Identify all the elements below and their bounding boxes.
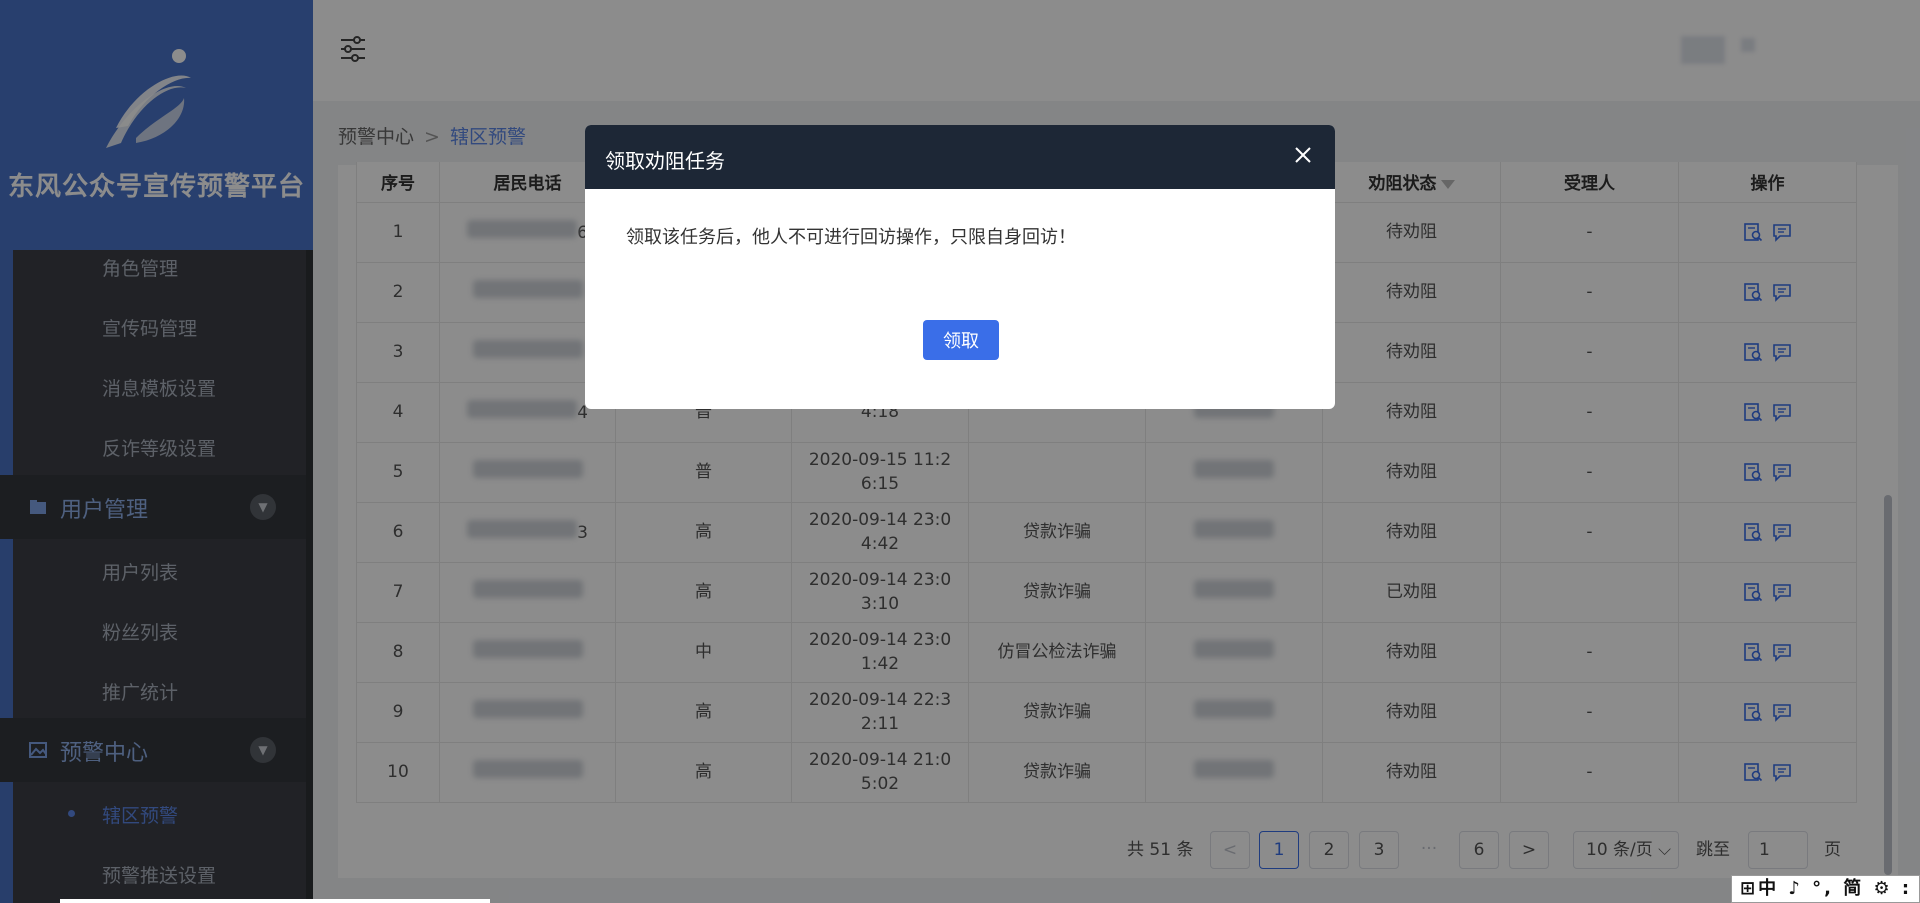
window-edge: [60, 899, 490, 903]
ime-grid-icon[interactable]: ⊞: [1740, 878, 1758, 899]
ime-status[interactable]: 中 ♪ °, 简 ⚙ :: [1758, 878, 1912, 899]
claim-button[interactable]: 领取: [923, 320, 999, 360]
claim-task-dialog: 领取劝阻任务 领取该任务后，他人不可进行回访操作，只限自身回访！ 领取: [585, 125, 1335, 409]
dialog-title: 领取劝阻任务: [605, 149, 725, 173]
ime-toolbar[interactable]: ⊞中 ♪ °, 简 ⚙ :: [1731, 875, 1920, 903]
dialog-message: 领取该任务后，他人不可进行回访操作，只限自身回访！: [626, 227, 1076, 248]
dialog-header: 领取劝阻任务: [585, 125, 1335, 189]
close-icon[interactable]: [1291, 143, 1315, 167]
